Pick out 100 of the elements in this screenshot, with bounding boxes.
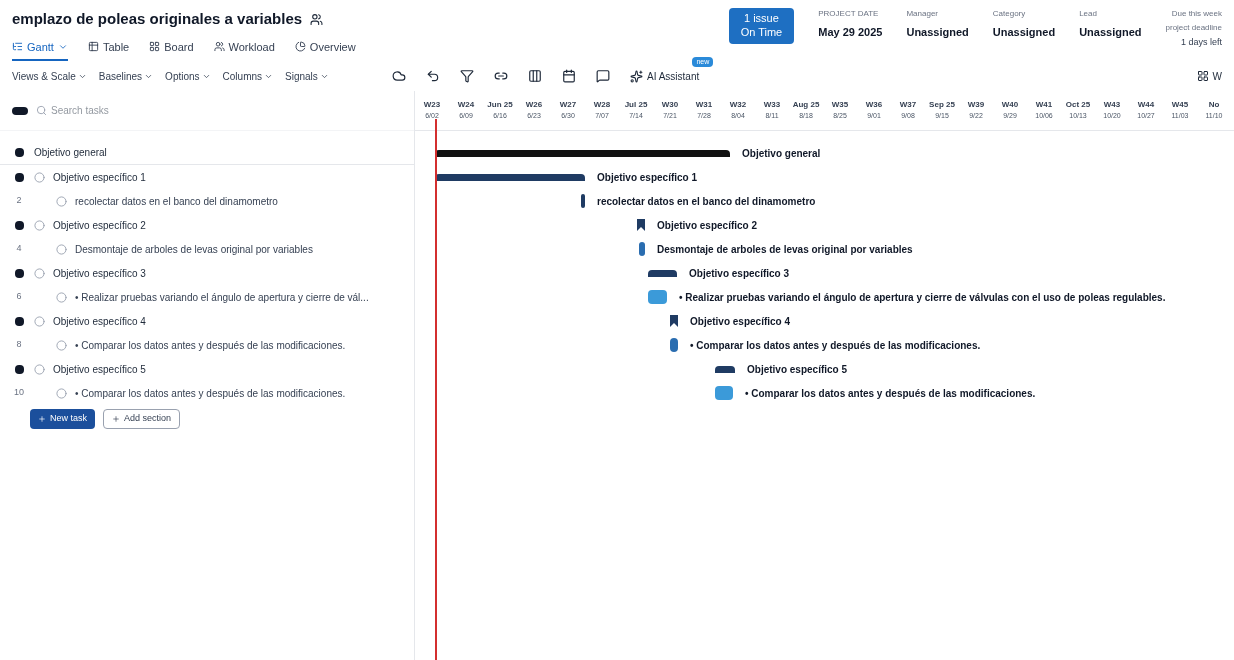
- timeline-week: W43: [1102, 99, 1122, 112]
- bar-label: • Comparar los datos antes y después de las modificaciones.: [745, 386, 1036, 401]
- columns-icon[interactable]: [528, 69, 542, 83]
- timeline-week: W32: [728, 99, 748, 112]
- comment-icon[interactable]: [596, 69, 610, 83]
- row-number: 10: [14, 386, 24, 400]
- task-name[interactable]: Desmontaje de arboles de levas original por variables: [75, 241, 313, 257]
- summary-bar[interactable]: [648, 269, 677, 277]
- plus-icon: [38, 414, 46, 423]
- field-value[interactable]: Unassigned: [906, 24, 969, 41]
- group-icon[interactable]: [14, 268, 24, 278]
- toolbar-menu[interactable]: Signals: [285, 68, 329, 84]
- timeline-week: W23: [422, 99, 442, 112]
- bar-label: Objetivo general: [742, 146, 821, 161]
- field-value[interactable]: Unassigned: [992, 24, 1056, 41]
- task-name[interactable]: • Comparar los datos antes y después de las modificaciones.: [75, 385, 346, 401]
- task-bar[interactable]: [670, 338, 678, 352]
- toolbar-menu[interactable]: Options: [165, 68, 211, 84]
- status-button[interactable]: 1 issue On Time: [728, 8, 795, 44]
- timeline-week: Oct 25: [1064, 99, 1092, 112]
- view-icon: [87, 41, 99, 53]
- bar-label: Desmontaje de arboles de levas original por variables: [657, 242, 913, 257]
- timeline-week: W31: [694, 99, 714, 112]
- timeline-week: W24: [456, 99, 476, 112]
- due-label: Due this week: [1171, 8, 1222, 20]
- cloud-icon[interactable]: [392, 69, 406, 83]
- group-icon[interactable]: [14, 172, 24, 182]
- timeline-week: W41: [1034, 99, 1054, 112]
- people-icon[interactable]: [310, 12, 324, 26]
- bar-label: Objetivo específico 4: [690, 314, 791, 329]
- project-title: emplazo de poleas originales a variables: [12, 9, 303, 29]
- search-icon: [36, 105, 47, 116]
- task-bar[interactable]: [639, 242, 645, 256]
- timeline-week: W37: [898, 99, 918, 112]
- task-name[interactable]: Objetivo general: [34, 145, 107, 160]
- view-tab[interactable]: Table: [87, 38, 130, 61]
- task-name[interactable]: Objetivo específico 1: [53, 169, 146, 185]
- flag-icon[interactable]: [670, 315, 678, 327]
- status-line: 1 issue: [744, 12, 779, 26]
- link-icon[interactable]: [494, 69, 508, 83]
- timeline-week: W36: [864, 99, 884, 112]
- timeline-week: W33: [762, 99, 782, 112]
- group-icon[interactable]: [14, 316, 24, 326]
- zoom-label: W: [1212, 69, 1222, 84]
- due-value: 1 days left: [1180, 36, 1222, 49]
- bar-label: Objetivo específico 2: [657, 218, 758, 233]
- row-number: 2: [16, 194, 22, 208]
- field-value[interactable]: Unassigned: [1079, 24, 1142, 41]
- timeline-week: W30: [660, 99, 680, 112]
- bar-label: Objetivo específico 5: [747, 362, 848, 377]
- view-tab[interactable]: Overview: [294, 38, 356, 61]
- timeline-week: W39: [966, 99, 986, 112]
- timeline-week: Jul 25: [623, 99, 649, 112]
- new-task-button[interactable]: New task: [30, 409, 95, 429]
- view-tab[interactable]: Gantt: [12, 38, 68, 61]
- bar-label: Objetivo específico 1: [597, 170, 698, 185]
- calendar-icon[interactable]: [562, 69, 576, 83]
- timeline-week: Aug 25: [791, 99, 821, 112]
- toolbar-menu[interactable]: Columns: [222, 68, 274, 84]
- undo-icon[interactable]: [426, 69, 440, 83]
- flag-icon[interactable]: [637, 219, 645, 231]
- timeline-week: No: [1207, 99, 1221, 112]
- task-name[interactable]: Objetivo específico 2: [53, 217, 146, 233]
- timeline-week: Sep 25: [928, 99, 956, 112]
- group-icon[interactable]: [14, 148, 24, 157]
- row-number: 6: [16, 290, 22, 304]
- row-number: 8: [16, 338, 22, 352]
- task-bar[interactable]: [581, 194, 585, 208]
- toolbar-menu[interactable]: Views & Scale: [12, 68, 87, 84]
- summary-bar[interactable]: [715, 365, 735, 373]
- select-all-icon[interactable]: [12, 106, 28, 115]
- search-field[interactable]: Search tasks: [51, 103, 402, 118]
- summary-bar[interactable]: [435, 149, 730, 157]
- group-icon[interactable]: [14, 364, 24, 374]
- filter-icon[interactable]: [460, 69, 474, 83]
- view-tab[interactable]: Workload: [213, 38, 275, 61]
- ai-assistant-button[interactable]: AI Assistant: [647, 68, 700, 84]
- timeline-week: W35: [830, 99, 850, 112]
- group-icon[interactable]: [14, 220, 24, 230]
- task-name[interactable]: • Realizar pruebas variando el ángulo de apertura y cierre de vál...: [75, 289, 369, 305]
- add-section-button[interactable]: Add section: [103, 409, 181, 429]
- zoom-icon[interactable]: [1196, 70, 1209, 82]
- sparkle-icon[interactable]: [630, 69, 643, 83]
- field-value[interactable]: May 29 2025: [818, 24, 883, 41]
- summary-bar[interactable]: [435, 173, 585, 181]
- view-tab[interactable]: Board: [149, 38, 194, 61]
- task-name[interactable]: Objetivo específico 4: [53, 313, 146, 329]
- status-line: On Time: [740, 25, 783, 40]
- bar-label: recolectar datos en el banco del dinamometro: [597, 194, 816, 209]
- task-name[interactable]: recolectar datos en el banco del dinamometro: [75, 193, 278, 209]
- view-icon: [12, 41, 23, 53]
- field-label: Category: [992, 8, 1027, 20]
- task-name[interactable]: Objetivo específico 5: [53, 361, 146, 377]
- view-icon: [149, 41, 161, 53]
- task-name[interactable]: Objetivo específico 3: [53, 265, 146, 281]
- task-name[interactable]: • Comparar los datos antes y después de las modificaciones.: [75, 337, 346, 353]
- toolbar-menu[interactable]: Baselines: [98, 68, 154, 84]
- timeline-week: W45: [1170, 99, 1190, 112]
- field-label: PROJECT DATE: [818, 8, 880, 20]
- row-number: 4: [16, 242, 22, 256]
